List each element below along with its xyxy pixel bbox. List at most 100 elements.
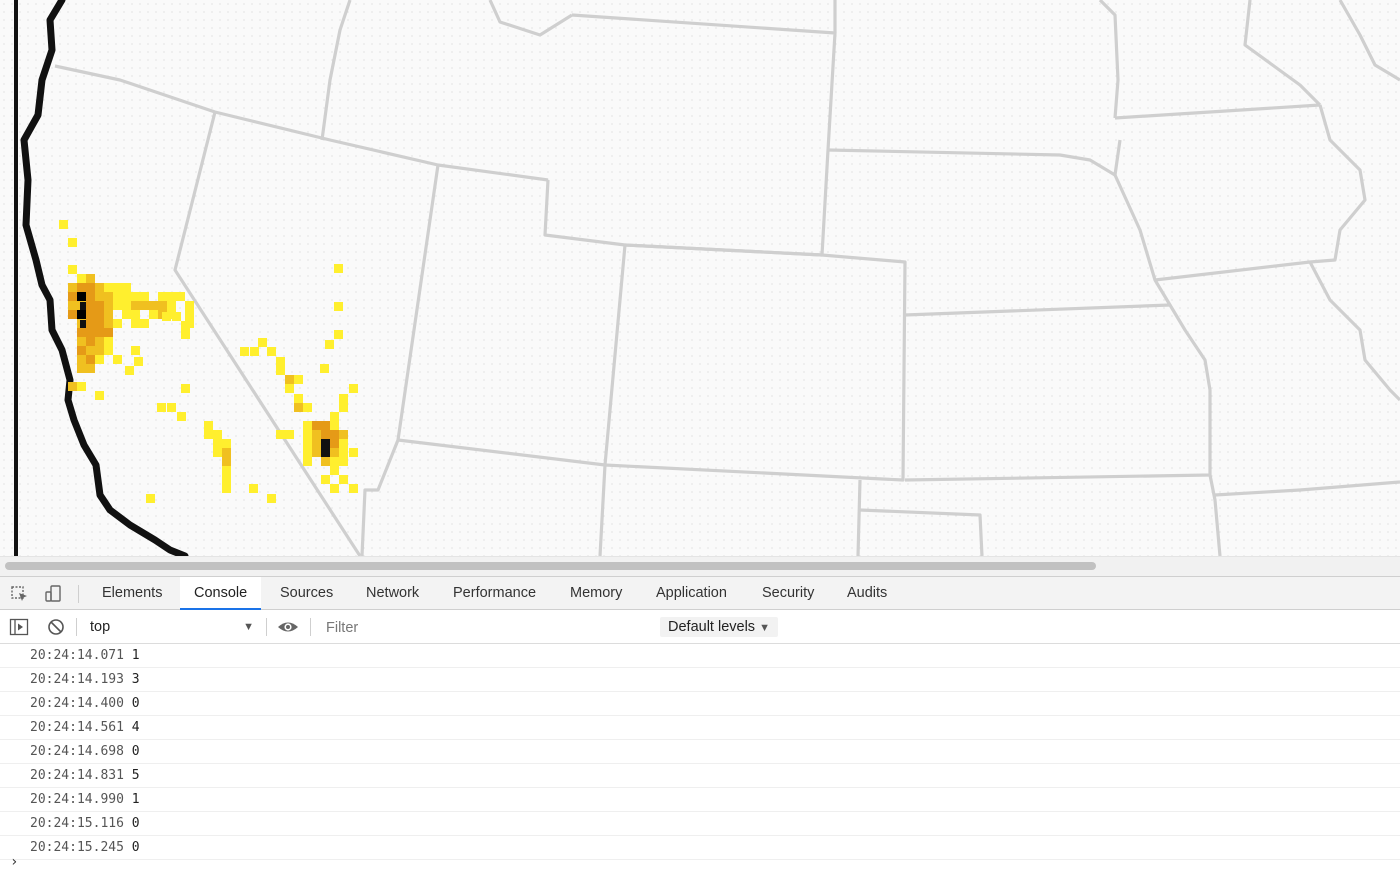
heatmap-cell — [339, 448, 348, 457]
prompt-caret-icon: › — [10, 854, 19, 870]
heatmap-cell — [312, 430, 321, 439]
heatmap-cell — [131, 310, 140, 319]
heatmap-cell — [303, 439, 312, 448]
tab-audits[interactable]: Audits — [833, 577, 901, 609]
console-messages: 20:24:14.071 1 20:24:14.193 3 20:24:14.400… — [0, 644, 1400, 860]
tab-memory[interactable]: Memory — [556, 577, 636, 609]
map-view[interactable] — [0, 0, 1400, 556]
console-message: 20:24:14.990 1 — [0, 788, 1400, 812]
heatmap-cell — [276, 366, 285, 375]
border-ne — [904, 174, 1172, 317]
heatmap-cell — [77, 364, 86, 373]
heatmap-cell — [285, 384, 294, 393]
heatmap-cell — [213, 448, 222, 457]
heatmap-cell — [68, 292, 77, 301]
heatmap-cell — [95, 301, 104, 310]
tab-application[interactable]: Application — [642, 577, 741, 609]
log-levels-dropdown[interactable]: Default levels ▼ — [660, 617, 778, 637]
border-mo-il — [1308, 261, 1400, 402]
border-id-west — [320, 0, 352, 141]
heatmap-cell — [222, 448, 231, 457]
heatmap-cell — [68, 265, 77, 274]
dropdown-arrow-icon: ▼ — [243, 621, 254, 633]
heatmap-cell — [213, 439, 222, 448]
heatmap-cell — [122, 310, 131, 319]
console-prompt[interactable]: › — [0, 854, 1400, 874]
heatmap-cell — [122, 283, 131, 292]
clear-console-icon[interactable] — [46, 617, 66, 637]
heatmap-cell — [113, 301, 122, 310]
tab-network[interactable]: Network — [352, 577, 433, 609]
tab-sources[interactable]: Sources — [266, 577, 347, 609]
console-toolbar: top ▼ Default levels ▼ — [0, 610, 1400, 644]
tab-console[interactable]: Console — [180, 577, 262, 610]
heatmap-cell — [167, 292, 176, 301]
heatmap-cell — [303, 421, 312, 430]
heatmap-cell — [77, 310, 86, 319]
show-sidebar-icon[interactable] — [9, 617, 29, 637]
heatmap-cell — [294, 375, 303, 384]
console-filter-input[interactable] — [318, 617, 658, 639]
heatmap-cell — [131, 292, 140, 301]
border-ut-wy — [543, 179, 626, 247]
context-selector[interactable]: top ▼ — [82, 617, 260, 637]
border-nv-ut — [360, 164, 440, 556]
device-toolbar-icon[interactable] — [44, 584, 64, 604]
heatmap-cell — [285, 430, 294, 439]
heatmap-cell — [104, 346, 113, 355]
heatmap-cell — [240, 347, 249, 356]
heatmap-cell — [86, 301, 95, 310]
tab-elements[interactable]: Elements — [88, 577, 176, 609]
heatmap-cell — [86, 337, 95, 346]
console-message: 20:24:14.698 0 — [0, 740, 1400, 764]
heatmap-cell — [204, 421, 213, 430]
message-timestamp: 20:24:15.116 — [30, 816, 124, 831]
border-sd-ne — [827, 139, 1122, 177]
heatmap-cell — [250, 347, 259, 356]
inspect-element-icon[interactable] — [10, 584, 30, 604]
heatmap-cell — [86, 283, 95, 292]
horizontal-scrollbar[interactable] — [0, 556, 1400, 576]
console-message: 20:24:15.245 0 — [0, 836, 1400, 860]
heatmap-cell — [86, 328, 95, 337]
heatmap-cell — [125, 366, 134, 375]
heatmap-cell — [349, 384, 358, 393]
heatmap-cell — [68, 238, 77, 247]
heatmap-cell — [181, 330, 190, 339]
heatmap-cell — [339, 430, 348, 439]
heatmap-cell — [86, 355, 95, 364]
heatmap-cell — [222, 466, 231, 475]
heatmap-cell — [86, 319, 95, 328]
tab-security[interactable]: Security — [748, 577, 828, 609]
map-canvas — [14, 0, 1400, 556]
console-message: 20:24:14.561 4 — [0, 716, 1400, 740]
tab-performance[interactable]: Performance — [439, 577, 550, 609]
message-timestamp: 20:24:14.561 — [30, 720, 124, 735]
heatmap-cell — [158, 292, 167, 301]
heatmap-cell — [68, 310, 77, 319]
heatmap-cell — [86, 346, 95, 355]
heatmap-cell — [113, 283, 122, 292]
heatmap-cell — [312, 448, 321, 457]
live-expression-icon[interactable] — [277, 617, 298, 637]
console-message: 20:24:14.831 5 — [0, 764, 1400, 788]
heatmap-cell — [131, 346, 140, 355]
heatmap-cell — [172, 312, 181, 321]
left-frame-line — [14, 0, 18, 556]
heatmap-cell — [140, 301, 149, 310]
heatmap-cell — [68, 283, 77, 292]
message-value: 5 — [131, 768, 140, 783]
heatmap-cell — [86, 292, 95, 301]
scrollbar-thumb[interactable] — [5, 562, 1096, 570]
heatmap-cell — [321, 475, 330, 484]
heatmap-cell — [77, 337, 86, 346]
heatmap-cell — [276, 357, 285, 366]
toolbar-divider — [76, 618, 77, 636]
toolbar-divider — [310, 618, 311, 636]
heatmap-cell — [303, 430, 312, 439]
heatmap-cell — [104, 337, 113, 346]
heatmap-cell — [294, 403, 303, 412]
border-ut-co — [603, 244, 627, 466]
heatmap-cell — [176, 292, 185, 301]
heatmap-cell — [181, 384, 190, 393]
